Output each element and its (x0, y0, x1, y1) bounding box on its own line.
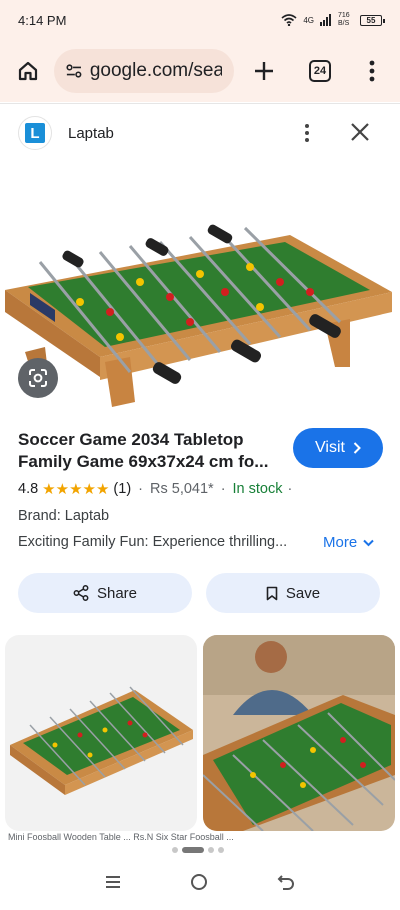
product-image[interactable] (0, 162, 400, 412)
product-title-line1: Soccer Game 2034 Tabletop (18, 430, 244, 449)
lens-icon (29, 369, 47, 387)
page-info-icon[interactable] (66, 63, 82, 79)
separator: · (220, 481, 226, 497)
url-text: google.com/searc (89, 60, 222, 81)
clock: 4:14 PM (18, 12, 67, 28)
system-nav-bar (0, 858, 400, 910)
more-vert-icon (369, 60, 375, 82)
home-icon (18, 61, 38, 81)
chevron-down-icon (363, 539, 374, 546)
product-sheet: L Laptab Soccer Game 2034 Tabletop Famil… (0, 103, 400, 910)
close-button[interactable] (346, 118, 374, 146)
carousel-dot (218, 847, 224, 853)
battery-level: 55 (366, 15, 376, 25)
network-type: 4G (303, 15, 314, 25)
tab-count: 24 (309, 60, 331, 82)
star-rating: ★★★★★ (42, 481, 110, 498)
merchant-name: Laptab (68, 124, 114, 142)
related-product-image[interactable] (5, 635, 197, 831)
recents-button[interactable] (105, 875, 121, 894)
product-meta: 4.8 ★★★★★ (1) · Rs 5,041* · In stock · (18, 480, 388, 498)
browser-menu-button[interactable] (356, 55, 388, 87)
menu-icon (105, 875, 120, 888)
browser-toolbar: google.com/searc 24 (0, 40, 400, 102)
merchant-row: L Laptab (0, 104, 400, 162)
carousel-dot (172, 847, 178, 853)
battery-icon: 55 (360, 14, 385, 26)
sheet-menu-button[interactable] (296, 120, 318, 146)
carousel-dot (208, 847, 214, 853)
close-icon (351, 123, 369, 141)
new-tab-button[interactable] (248, 55, 280, 87)
merchant-logo-letter: L (25, 123, 45, 143)
address-bar[interactable]: google.com/searc (54, 49, 234, 93)
plus-icon (255, 62, 273, 80)
carousel-indicator (172, 847, 224, 853)
save-button[interactable]: Save (206, 573, 380, 613)
tab-switcher-button[interactable]: 24 (304, 55, 336, 87)
product-title-line2: Family Game 69x37x24 cm fo... (18, 452, 269, 471)
review-count[interactable]: (1) (113, 481, 131, 497)
product-title: Soccer Game 2034 Tabletop Family Game 69… (18, 429, 288, 473)
related-product-lifestyle-image[interactable] (203, 635, 395, 831)
rating-value: 4.8 (18, 481, 39, 497)
price: Rs 5,041* (150, 481, 214, 497)
share-icon (73, 585, 89, 601)
lens-search-button[interactable] (18, 358, 58, 398)
separator: · (287, 481, 293, 497)
visit-label: Visit (315, 439, 345, 456)
back-button[interactable] (277, 874, 295, 895)
brand-line: Brand: Laptab (18, 508, 110, 524)
carousel-dot-active (182, 847, 204, 853)
system-home-button[interactable] (190, 873, 208, 896)
more-label: More (323, 534, 358, 551)
visit-button[interactable]: Visit (293, 428, 383, 468)
status-bar: 4:14 PM 4G 716 B/S 55 (0, 0, 400, 40)
circle-icon (190, 873, 207, 890)
share-label: Share (96, 584, 138, 602)
product-description: Exciting Family Fun: Experience thrillin… (18, 534, 288, 550)
merchant-logo: L (18, 116, 52, 150)
wifi-icon (281, 14, 297, 26)
chevron-right-icon (353, 442, 361, 454)
bookmark-icon (266, 586, 278, 600)
save-label: Save (285, 584, 321, 602)
signal-icon (320, 14, 331, 26)
data-speed: 716 B/S (338, 12, 350, 27)
related-captions: Mini Foosball Wooden Table ... Rs.N Six … (8, 832, 234, 840)
more-button[interactable]: More (323, 534, 374, 551)
stock-status: In stock (232, 481, 283, 497)
share-button[interactable]: Share (18, 573, 192, 613)
home-button[interactable] (12, 55, 44, 87)
back-icon (277, 874, 295, 890)
separator: · (138, 481, 143, 497)
status-icons: 4G 716 B/S 55 (281, 12, 385, 28)
